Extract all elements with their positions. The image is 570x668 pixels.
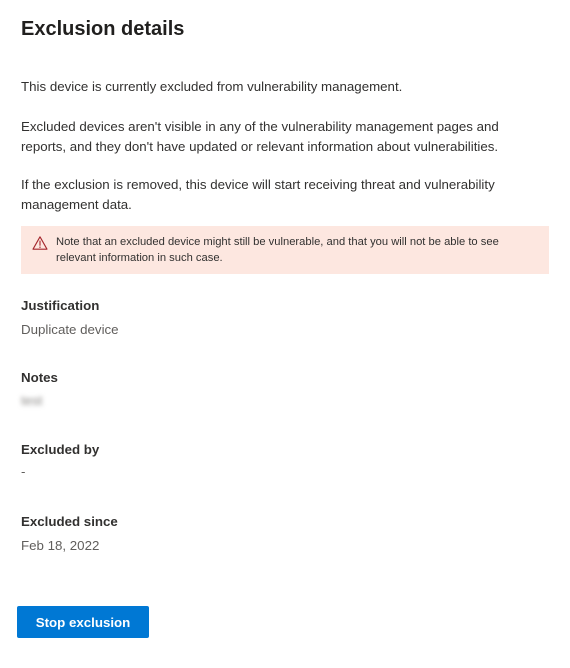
exclusion-details-panel: Exclusion details This device is current…: [0, 0, 570, 668]
warning-message-bar: Note that an excluded device might still…: [21, 226, 549, 274]
excluded-since-value: Feb 18, 2022: [21, 538, 100, 553]
excluded-since-label: Excluded since: [21, 514, 118, 529]
excluded-visibility-text: Excluded devices aren't visible in any o…: [21, 119, 499, 154]
justification-value: Duplicate device: [21, 322, 119, 337]
panel-title: Exclusion details: [21, 18, 185, 40]
warning-text: Note that an excluded device might still…: [56, 236, 499, 264]
excluded-by-value: -: [21, 464, 26, 479]
excluded-status-text: This device is currently excluded from v…: [21, 79, 403, 94]
notes-label: Notes: [21, 370, 58, 385]
exclusion-removal-text: If the exclusion is removed, this device…: [21, 177, 495, 212]
stop-exclusion-button[interactable]: Stop exclusion: [17, 606, 149, 638]
excluded-by-label: Excluded by: [21, 442, 100, 457]
justification-label: Justification: [21, 298, 100, 313]
notes-value: test: [21, 393, 43, 408]
warning-triangle-icon: [32, 236, 48, 250]
